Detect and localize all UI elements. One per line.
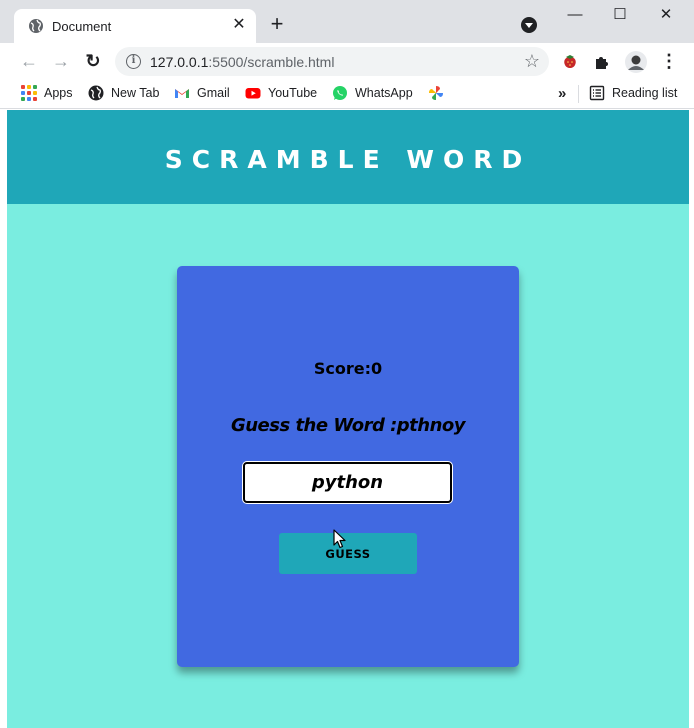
tab-strip: Document ✕ + — ☐ ✕ — [0, 0, 694, 43]
minimize-button[interactable]: — — [563, 4, 587, 26]
puzzle-extensions-icon[interactable] — [593, 53, 611, 71]
tab-search-icon[interactable] — [521, 17, 537, 33]
reading-list-icon — [589, 85, 605, 101]
url-path: :5500/scramble.html — [208, 54, 335, 70]
chevron-double-right-icon: » — [558, 84, 567, 102]
bookmark-label: Gmail — [197, 86, 230, 100]
bookmark-label: YouTube — [268, 86, 318, 100]
site-header: Scramble Word — [7, 110, 689, 204]
bookmark-label: Apps — [44, 86, 73, 100]
photos-pinwheel-icon — [429, 86, 443, 100]
page-viewport: Scramble Word Score:0 Guess the Word :pt… — [7, 110, 689, 728]
whatsapp-icon — [333, 86, 347, 100]
bookmark-gmail[interactable]: Gmail — [174, 84, 230, 102]
new-tab-button[interactable]: + — [267, 13, 287, 35]
url-host: 127.0.0.1 — [150, 54, 209, 70]
close-window-button[interactable]: ✕ — [654, 4, 678, 26]
reading-list-label: Reading list — [612, 86, 678, 100]
guess-input[interactable] — [243, 462, 452, 503]
apps-grid-icon — [21, 85, 37, 101]
site-info-icon[interactable]: i — [126, 54, 141, 69]
bookmark-new-tab[interactable]: New Tab — [88, 84, 159, 102]
youtube-icon — [245, 88, 261, 99]
browser-menu-icon[interactable]: ⋮ — [660, 51, 678, 71]
bookmark-label: WhatsApp — [355, 86, 413, 100]
globe-icon — [88, 85, 104, 101]
scrambled-word-prompt: Guess the Word :pthnoy — [230, 415, 466, 436]
score-display: Score:0 — [313, 359, 383, 378]
gmail-icon — [175, 89, 189, 98]
browser-toolbar: ← → ↻ i 127.0.0.1:5500/scramble.html ☆ ⋮ — [0, 43, 694, 79]
bookmark-star-icon[interactable]: ☆ — [524, 51, 540, 72]
strawberry-extension-icon[interactable] — [561, 53, 579, 71]
bookmarks-bar: Apps New Tab Gmail YouTube WhatsApp » Re… — [0, 79, 694, 109]
bookmarks-divider — [578, 85, 579, 103]
bookmarks-overflow-button[interactable]: » — [558, 84, 566, 102]
reading-list-button[interactable]: Reading list — [589, 84, 677, 102]
tab-title: Document — [52, 19, 112, 34]
reload-button[interactable]: ↻ — [81, 49, 105, 73]
page-title: Scramble Word — [164, 145, 532, 174]
forward-button[interactable]: → — [49, 49, 73, 73]
bookmark-apps[interactable]: Apps — [21, 84, 73, 102]
tab-close-icon[interactable]: ✕ — [230, 16, 248, 34]
bookmark-photos[interactable] — [428, 84, 451, 102]
url-text[interactable]: 127.0.0.1:5500/scramble.html — [150, 54, 334, 70]
maximize-button[interactable]: ☐ — [608, 4, 632, 26]
back-button[interactable]: ← — [17, 49, 41, 73]
bookmark-whatsapp[interactable]: WhatsApp — [332, 84, 413, 102]
profile-avatar-icon[interactable] — [625, 51, 647, 73]
bookmark-label: New Tab — [111, 86, 160, 100]
globe-icon — [29, 19, 43, 33]
address-bar[interactable]: i 127.0.0.1:5500/scramble.html ☆ — [115, 47, 549, 76]
mouse-cursor-icon — [333, 529, 346, 549]
browser-tab-document[interactable]: Document ✕ — [14, 9, 256, 43]
guess-button[interactable]: Guess — [279, 533, 417, 574]
bookmark-youtube[interactable]: YouTube — [245, 84, 317, 102]
game-card: Score:0 Guess the Word :pthnoy Guess — [177, 266, 519, 667]
